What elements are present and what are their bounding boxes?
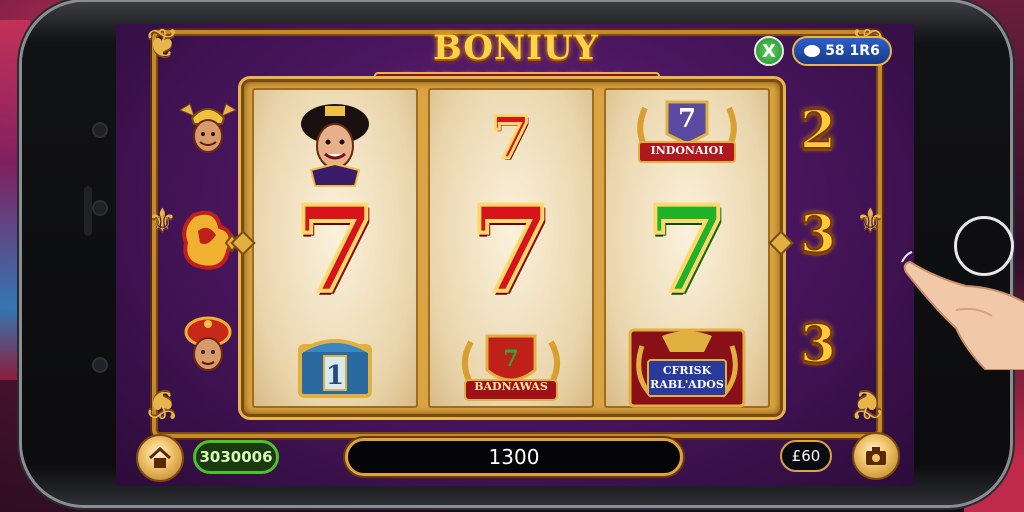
settings-button[interactable] [852,432,900,480]
x-close-button[interactable]: X [754,36,784,66]
green-seven-symbol: 7 [644,180,730,319]
eagle-badge-line1: CFRISK [662,364,712,377]
chest-number: 1 [326,361,344,391]
chat-bubble-icon [804,45,821,57]
crest-number: 7 [677,104,697,134]
scene-background: ❦ ❦ ❦ ❦ BONIUY MIONAISIA INTEPERIOLI S C… [0,0,1024,512]
top-balance-pill[interactable]: 58 1R6 [792,36,892,66]
pointing-hand-icon [901,251,1024,370]
side-scroll-ornament-icon: ⚜ [148,201,177,239]
reel-3: 7 INDONAIOI 7 CFRISK RABL'ADOS [604,88,770,408]
phone-camera-dot [92,122,108,138]
payline-number: 3 [799,313,837,376]
jester-portrait-icon [254,98,416,188]
side-scroll-ornament-icon: ⚜ [856,201,885,239]
credit-display: 3030006 [193,440,279,474]
payline-number: 3 [799,203,837,266]
treasure-chest-icon: 1 [254,326,416,406]
red-seven-symbol: 7 [292,180,378,319]
corner-ornament-icon: ❦ [146,381,180,427]
royal-eagle-badge: CFRISK RABL'ADOS [606,326,768,410]
phone-mic-dot [92,357,108,373]
laurel-shield-badge: 7 BADNAWAS [430,330,592,410]
home-icon [148,447,172,468]
small-red-seven-symbol: 7 [489,104,532,172]
crest-label: INDONAIOI [650,144,724,157]
win-display: 1300 [345,438,683,476]
reel-2: 7 7 7 BADNAWAS [428,88,594,408]
home-button[interactable] [136,434,184,482]
corner-ornament-icon: ❦ [850,381,884,427]
winged-warrior-icon [176,96,240,160]
turbaned-man-icon [176,314,240,378]
top-balance-value: 58 1R6 [825,43,880,59]
svg-text:7: 7 [503,346,518,372]
red-seven-symbol: 7 [468,180,554,319]
badge-label: BADNAWAS [474,380,548,393]
bet-display[interactable]: £60 [780,440,832,472]
phone-side-button [84,186,92,236]
game-screen: ❦ ❦ ❦ ❦ BONIUY MIONAISIA INTEPERIOLI S C… [116,24,914,486]
reel-window: 7 1 7 7 7 BADNAWAS 7 INDONAIOI 7 CFRISK … [244,82,780,414]
eagle-badge-line2: RABL'ADOS [650,378,724,391]
camera-icon [866,447,886,465]
corner-ornament-icon: ❦ [146,24,180,67]
reel-1: 7 1 [252,88,418,408]
laurel-crest-badge: 7 INDONAIOI [606,98,768,178]
phone-sensor-dot [92,200,108,216]
payline-number: 2 [799,99,837,162]
